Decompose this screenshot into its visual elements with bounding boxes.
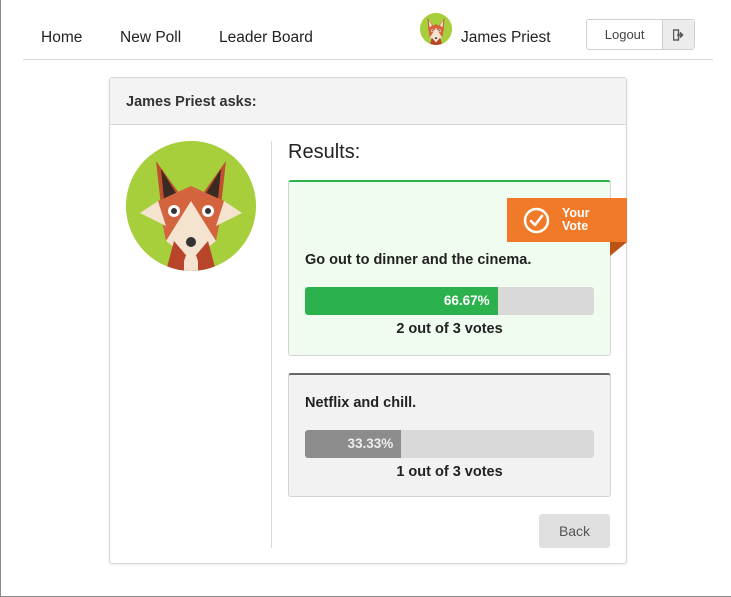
option-1-progress: 66.67% xyxy=(305,287,594,315)
poll-card: James Priest asks: Results: Go out to di… xyxy=(109,77,627,564)
user-avatar xyxy=(420,13,452,45)
results-heading: Results: xyxy=(288,141,361,163)
option-2-progress-fill: 33.33% xyxy=(305,430,402,458)
nav-leader-board-link[interactable]: Leader Board xyxy=(219,29,313,47)
option-2-progress: 33.33% xyxy=(305,430,594,458)
your-vote-label: Your Vote xyxy=(562,207,600,233)
check-circle-icon xyxy=(523,207,550,233)
top-nav: Home New Poll Leader Board James Priest … xyxy=(23,10,713,60)
column-divider xyxy=(271,141,272,548)
option-2-text: Netflix and chill. xyxy=(305,395,417,411)
logout-label: Logout xyxy=(604,27,645,42)
option-1-progress-fill: 66.67% xyxy=(305,287,498,315)
poll-asker-header: James Priest asks: xyxy=(110,78,626,125)
option-1-vote-count: 2 out of 3 votes xyxy=(396,321,503,337)
nav-home-link[interactable]: Home xyxy=(41,29,82,47)
nav-new-poll-link[interactable]: New Poll xyxy=(120,29,181,47)
back-button[interactable]: Back xyxy=(539,514,610,548)
logout-button[interactable]: Logout xyxy=(586,19,695,50)
ribbon-fold xyxy=(610,242,627,256)
sign-out-icon xyxy=(662,20,694,49)
option-2-vote-count: 1 out of 3 votes xyxy=(396,464,503,480)
poll-option-2: Netflix and chill. 33.33% 1 out of 3 vot… xyxy=(288,373,611,497)
option-1-text: Go out to dinner and the cinema. xyxy=(305,252,532,268)
asker-avatar xyxy=(126,141,256,271)
fox-avatar-icon xyxy=(126,141,256,271)
your-vote-text: Your Vote xyxy=(562,206,590,233)
your-vote-badge: Your Vote xyxy=(507,198,627,242)
nav-user-name: James Priest xyxy=(461,29,551,46)
fox-avatar-icon xyxy=(420,13,452,45)
